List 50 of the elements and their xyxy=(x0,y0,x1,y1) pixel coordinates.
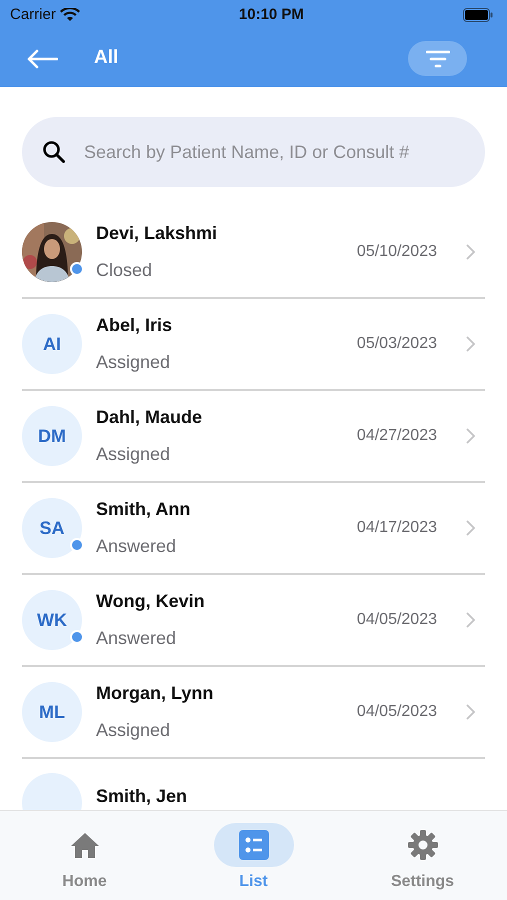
chevron-right-icon xyxy=(465,427,477,445)
patient-row[interactable]: SA Smith, Ann Answered 04/17/2023 xyxy=(22,483,485,575)
patient-name: Devi, Lakshmi xyxy=(96,222,218,245)
carrier-label: Carrier xyxy=(10,4,56,25)
patient-row[interactable]: AI Abel, Iris Assigned 05/03/2023 xyxy=(22,299,485,391)
avatar-initials: SA xyxy=(22,498,82,558)
patient-name: Smith, Ann xyxy=(96,498,190,521)
chevron-right-icon xyxy=(465,519,477,537)
patient-row[interactable]: WK Wong, Kevin Answered 04/05/2023 xyxy=(22,575,485,667)
consult-status: Answered xyxy=(96,627,178,650)
avatar-initials: AI xyxy=(22,314,82,374)
avatar-initials: ML xyxy=(22,682,82,742)
patient-name: Abel, Iris xyxy=(96,314,172,337)
consult-date: 04/27/2023 xyxy=(356,426,437,446)
search-icon xyxy=(42,140,66,164)
chevron-right-icon xyxy=(465,703,477,721)
patient-row[interactable]: DM Dahl, Maude Assigned 04/27/2023 xyxy=(22,391,485,483)
page-title: All xyxy=(94,46,118,70)
avatar-initials: WK xyxy=(22,590,82,650)
chevron-right-icon xyxy=(465,335,477,353)
clock-time: 10:10 PM xyxy=(238,4,304,25)
consult-status: Closed xyxy=(96,259,154,282)
home-icon xyxy=(70,831,100,859)
consult-date: 04/05/2023 xyxy=(356,702,437,722)
patient-row[interactable]: Devi, Lakshmi Closed 05/10/2023 xyxy=(22,207,485,299)
back-arrow-icon[interactable] xyxy=(26,48,58,68)
avatar-initials: DM xyxy=(22,406,82,466)
consult-status: Assigned xyxy=(96,351,172,374)
search-field[interactable]: Search by Patient Name, ID or Consult # xyxy=(22,117,485,187)
consult-status: Answered xyxy=(96,535,178,558)
consult-date: 05/10/2023 xyxy=(356,242,437,262)
patient-name: Smith, Jen xyxy=(96,785,188,808)
battery-icon xyxy=(462,8,493,22)
filter-icon xyxy=(426,50,450,68)
consult-status: Assigned xyxy=(96,443,172,466)
patient-name: Morgan, Lynn xyxy=(96,682,214,705)
filter-button[interactable] xyxy=(408,41,467,76)
settings-icon xyxy=(406,829,438,861)
search-input[interactable]: Search by Patient Name, ID or Consult # xyxy=(82,138,465,166)
chevron-right-icon xyxy=(465,243,477,261)
patient-name: Wong, Kevin xyxy=(96,590,205,613)
list-icon xyxy=(238,830,268,860)
consult-date: 05/03/2023 xyxy=(356,334,437,354)
patient-row[interactable]: ML Morgan, Lynn Assigned 04/05/2023 xyxy=(22,667,485,759)
chevron-right-icon xyxy=(465,611,477,629)
consult-date: 04/05/2023 xyxy=(356,610,437,630)
patient-name: Dahl, Maude xyxy=(96,406,202,429)
consult-date: 04/17/2023 xyxy=(356,518,437,538)
consult-status: Assigned xyxy=(96,719,172,742)
wifi-icon xyxy=(60,8,80,22)
